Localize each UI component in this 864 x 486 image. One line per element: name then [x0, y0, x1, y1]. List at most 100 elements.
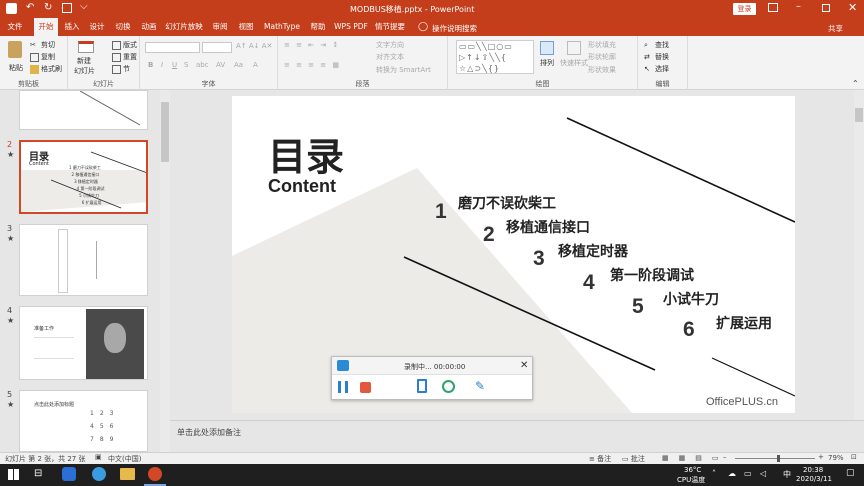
change-case-button[interactable]: Aa: [234, 61, 243, 69]
thumbnail-slide-2[interactable]: 目录 Content 1 磨刀不误砍柴工 2 移植通信接口 3 移植定时器 4 …: [19, 140, 148, 214]
thumbnail-scroll-thumb[interactable]: [161, 102, 169, 162]
close-button[interactable]: ✕: [848, 1, 857, 14]
font-name-box[interactable]: [145, 42, 200, 53]
tab-wps-pdf[interactable]: WPS PDF: [333, 18, 369, 36]
redo-icon[interactable]: ↻: [44, 2, 52, 13]
align-icon[interactable]: ≡ ≡ ≡ ≡ ▦: [284, 61, 341, 69]
replace-button[interactable]: ⇄ 替换: [644, 52, 669, 62]
format-painter-button[interactable]: 格式刷: [30, 64, 62, 74]
notification-icon[interactable]: ▢: [846, 468, 855, 478]
tab-home[interactable]: 开始: [34, 18, 58, 36]
minimize-button[interactable]: –: [796, 1, 801, 12]
zoom-level[interactable]: 79%: [828, 454, 844, 462]
tell-me-search[interactable]: 操作说明搜索: [432, 23, 477, 34]
file-explorer-icon[interactable]: [120, 468, 135, 480]
find-button[interactable]: ⌕ 查找: [644, 40, 669, 50]
font-color-button[interactable]: A: [253, 61, 258, 69]
new-slide-icon[interactable]: [78, 41, 94, 53]
app-icon-1[interactable]: [62, 467, 76, 481]
shape-outline-button[interactable]: 形状轮廓: [588, 52, 616, 62]
tab-file[interactable]: 文件: [4, 18, 26, 36]
notes-placeholder[interactable]: 单击此处添加备注: [177, 427, 241, 438]
new-slide-label[interactable]: 幻灯片: [74, 66, 95, 76]
paste-icon[interactable]: [8, 41, 22, 58]
ribbon-display-icon[interactable]: [768, 3, 778, 12]
cut-button[interactable]: ✂ 剪切: [30, 40, 55, 50]
tab-insert[interactable]: 插入: [61, 18, 83, 36]
slide-scrollbar[interactable]: [854, 90, 864, 420]
paste-button[interactable]: 粘贴: [9, 63, 23, 73]
tab-animations[interactable]: 动画: [137, 18, 161, 36]
arrange-icon[interactable]: [540, 41, 554, 55]
share-button[interactable]: 共享: [828, 23, 843, 34]
customize-icon[interactable]: ⌵: [80, 1, 88, 12]
tab-review[interactable]: 审阅: [209, 18, 231, 36]
layout-button[interactable]: 版式: [112, 40, 137, 50]
clock-date[interactable]: 2020/3/11: [796, 475, 832, 483]
screen-capture-icon[interactable]: [417, 379, 427, 393]
align-text-button[interactable]: 对齐文本: [376, 52, 404, 62]
smartart-button[interactable]: 转换为 SmartArt: [376, 65, 431, 75]
notes-pane[interactable]: 单击此处添加备注: [170, 420, 864, 452]
volume-icon[interactable]: ◁: [760, 469, 766, 478]
network-icon[interactable]: ▭: [744, 469, 752, 478]
tab-design[interactable]: 设计: [86, 18, 108, 36]
thumbnail-slide-4[interactable]: 准备工作: [19, 306, 148, 380]
spellcheck-icon[interactable]: ▣: [95, 453, 102, 461]
zoom-in-button[interactable]: +: [818, 453, 824, 461]
grow-font-icon[interactable]: A↑ A↓ A✕: [236, 42, 272, 50]
ime-indicator[interactable]: 中: [783, 469, 791, 480]
font-size-box[interactable]: [202, 42, 232, 53]
zoom-slider[interactable]: [735, 455, 815, 462]
pen-icon[interactable]: ✎: [475, 379, 485, 393]
recording-close-icon[interactable]: ✕: [520, 360, 528, 371]
notes-button[interactable]: ≡ 备注: [589, 454, 611, 464]
language-indicator[interactable]: 中文(中国): [108, 454, 141, 464]
thumbnail-slide-3[interactable]: [19, 224, 148, 296]
bullets-icon[interactable]: ≡ ≡ ⇤ ⇥ ↕: [284, 41, 340, 49]
clock-time[interactable]: 20:38: [803, 466, 823, 474]
slide-scroll-thumb[interactable]: [855, 108, 863, 122]
save-icon[interactable]: [6, 3, 17, 14]
reset-button[interactable]: 重置: [112, 52, 137, 62]
webcam-icon[interactable]: [442, 380, 455, 393]
quick-styles-button[interactable]: 快速样式: [560, 58, 588, 68]
copy-button[interactable]: 复制: [30, 52, 55, 62]
view-buttons[interactable]: ▦▦▤▭: [662, 454, 728, 462]
start-icon[interactable]: [8, 469, 19, 480]
fit-slide-icon[interactable]: ⊡: [851, 453, 857, 461]
pause-icon[interactable]: [338, 381, 348, 393]
text-direction-button[interactable]: 文字方向: [376, 40, 404, 50]
comments-button[interactable]: ▭ 批注: [622, 454, 645, 464]
thumbnail-slide-1[interactable]: [19, 90, 148, 130]
task-view-icon[interactable]: ⊟: [34, 468, 42, 479]
restore-button[interactable]: [822, 4, 830, 12]
arrange-button[interactable]: 排列: [540, 58, 554, 68]
shadow-button[interactable]: S: [184, 61, 188, 69]
collapse-ribbon-icon[interactable]: ⌃: [852, 79, 859, 88]
italic-button[interactable]: I: [161, 61, 163, 69]
tab-transitions[interactable]: 切换: [112, 18, 134, 36]
powerpoint-icon[interactable]: [148, 467, 162, 481]
present-icon[interactable]: [62, 3, 72, 13]
select-button[interactable]: ↖ 选择: [644, 64, 669, 74]
thumbnail-slide-5[interactable]: 点击此处添加标题 123 456 789: [19, 390, 148, 452]
section-button[interactable]: 节: [112, 64, 130, 74]
zoom-slider-thumb[interactable]: [777, 455, 780, 462]
tab-view[interactable]: 视图: [235, 18, 257, 36]
undo-icon[interactable]: ↶: [26, 2, 34, 13]
zoom-out-button[interactable]: –: [723, 453, 727, 461]
shape-fill-button[interactable]: 形状填充: [588, 40, 616, 50]
tray-icon-1[interactable]: ☁: [728, 469, 736, 478]
strikethrough-button[interactable]: abc: [196, 61, 209, 69]
browser-icon[interactable]: [92, 467, 106, 481]
new-slide-button[interactable]: 新建: [77, 56, 91, 66]
stop-icon[interactable]: [360, 382, 371, 393]
shapes-gallery[interactable]: ▭▭╲╲□○▭ ▷↑↓⇧╲╲{☆△⊃╲{}: [456, 40, 534, 74]
char-spacing-button[interactable]: AV: [216, 61, 225, 69]
bold-button[interactable]: B: [148, 61, 153, 69]
login-button[interactable]: 登录: [733, 3, 756, 15]
tray-chevron-icon[interactable]: ˄: [712, 469, 716, 478]
quick-styles-icon[interactable]: [567, 41, 581, 55]
underline-button[interactable]: U: [172, 61, 177, 69]
